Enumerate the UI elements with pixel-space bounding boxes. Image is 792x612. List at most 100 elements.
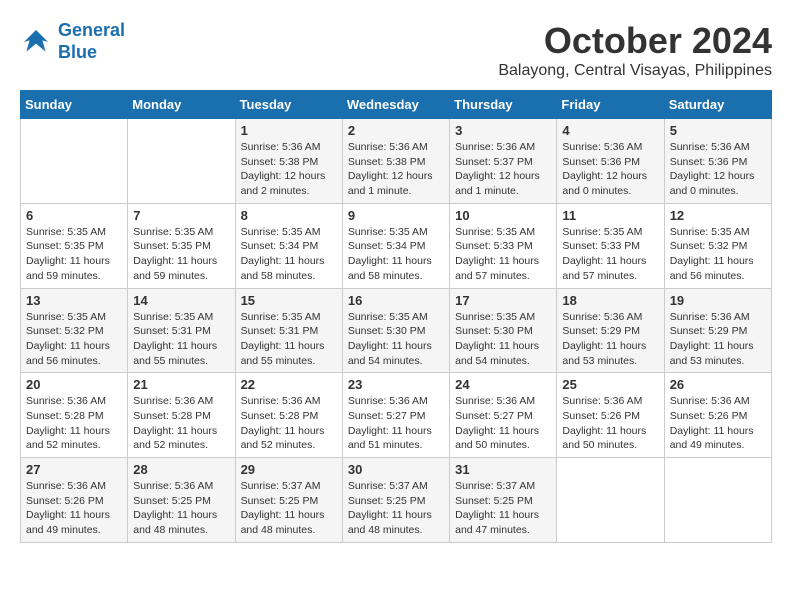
day-info: Sunrise: 5:36 AM Sunset: 5:25 PM Dayligh…: [133, 479, 229, 538]
table-row: 26 Sunrise: 5:36 AM Sunset: 5:26 PM Dayli…: [664, 373, 771, 458]
day-info: Sunrise: 5:36 AM Sunset: 5:26 PM Dayligh…: [26, 479, 122, 538]
day-info: Sunrise: 5:35 AM Sunset: 5:32 PM Dayligh…: [26, 310, 122, 369]
day-info: Sunrise: 5:36 AM Sunset: 5:36 PM Dayligh…: [562, 140, 658, 199]
table-row: 19 Sunrise: 5:36 AM Sunset: 5:29 PM Dayli…: [664, 288, 771, 373]
day-info: Sunrise: 5:36 AM Sunset: 5:29 PM Dayligh…: [562, 310, 658, 369]
table-row: 17 Sunrise: 5:35 AM Sunset: 5:30 PM Dayli…: [450, 288, 557, 373]
day-number: 17: [455, 293, 551, 308]
day-number: 10: [455, 208, 551, 223]
table-row: 12Sunrise: 5:35 AM Sunset: 5:32 PM Dayli…: [664, 203, 771, 288]
day-info: Sunrise: 5:36 AM Sunset: 5:27 PM Dayligh…: [455, 394, 551, 453]
table-row: 5 Sunrise: 5:36 AM Sunset: 5:36 PM Daylig…: [664, 119, 771, 204]
day-info: Sunrise: 5:36 AM Sunset: 5:38 PM Dayligh…: [241, 140, 337, 199]
day-info: Sunrise: 5:36 AM Sunset: 5:36 PM Dayligh…: [670, 140, 766, 199]
col-tuesday: Tuesday: [235, 91, 342, 119]
day-info: Sunrise: 5:36 AM Sunset: 5:28 PM Dayligh…: [26, 394, 122, 453]
day-number: 1: [241, 123, 337, 138]
table-row: 9Sunrise: 5:35 AM Sunset: 5:34 PM Daylig…: [342, 203, 449, 288]
day-info: Sunrise: 5:35 AM Sunset: 5:30 PM Dayligh…: [348, 310, 444, 369]
day-number: 16: [348, 293, 444, 308]
day-info: Sunrise: 5:35 AM Sunset: 5:35 PM Dayligh…: [133, 225, 229, 284]
calendar-week-row: 27 Sunrise: 5:36 AM Sunset: 5:26 PM Dayli…: [21, 458, 772, 543]
day-number: 31: [455, 462, 551, 477]
calendar-week-row: 13Sunrise: 5:35 AM Sunset: 5:32 PM Dayli…: [21, 288, 772, 373]
logo: General Blue: [20, 20, 125, 63]
day-number: 30: [348, 462, 444, 477]
table-row: 25Sunrise: 5:36 AM Sunset: 5:26 PM Dayli…: [557, 373, 664, 458]
title-block: October 2024 Balayong, Central Visayas, …: [498, 20, 772, 80]
table-row: 31 Sunrise: 5:37 AM Sunset: 5:25 PM Dayli…: [450, 458, 557, 543]
day-number: 29: [241, 462, 337, 477]
table-row: 2 Sunrise: 5:36 AM Sunset: 5:38 PM Daylig…: [342, 119, 449, 204]
table-row: 7 Sunrise: 5:35 AM Sunset: 5:35 PM Daylig…: [128, 203, 235, 288]
day-number: 26: [670, 377, 766, 392]
col-friday: Friday: [557, 91, 664, 119]
day-number: 8: [241, 208, 337, 223]
calendar-week-row: 20 Sunrise: 5:36 AM Sunset: 5:28 PM Dayli…: [21, 373, 772, 458]
day-number: 24: [455, 377, 551, 392]
table-row: [128, 119, 235, 204]
day-number: 5: [670, 123, 766, 138]
day-info: Sunrise: 5:36 AM Sunset: 5:37 PM Dayligh…: [455, 140, 551, 199]
day-info: Sunrise: 5:35 AM Sunset: 5:31 PM Dayligh…: [241, 310, 337, 369]
day-info: Sunrise: 5:35 AM Sunset: 5:34 PM Dayligh…: [241, 225, 337, 284]
col-wednesday: Wednesday: [342, 91, 449, 119]
day-number: 3: [455, 123, 551, 138]
table-row: 24 Sunrise: 5:36 AM Sunset: 5:27 PM Dayli…: [450, 373, 557, 458]
col-thursday: Thursday: [450, 91, 557, 119]
day-number: 2: [348, 123, 444, 138]
day-info: Sunrise: 5:35 AM Sunset: 5:33 PM Dayligh…: [562, 225, 658, 284]
day-number: 12: [670, 208, 766, 223]
day-info: Sunrise: 5:37 AM Sunset: 5:25 PM Dayligh…: [455, 479, 551, 538]
day-number: 25: [562, 377, 658, 392]
calendar-table: Sunday Monday Tuesday Wednesday Thursday…: [20, 90, 772, 543]
day-number: 21: [133, 377, 229, 392]
table-row: 3 Sunrise: 5:36 AM Sunset: 5:37 PM Daylig…: [450, 119, 557, 204]
table-row: 16 Sunrise: 5:35 AM Sunset: 5:30 PM Dayli…: [342, 288, 449, 373]
day-info: Sunrise: 5:35 AM Sunset: 5:31 PM Dayligh…: [133, 310, 229, 369]
day-number: 19: [670, 293, 766, 308]
table-row: 22Sunrise: 5:36 AM Sunset: 5:28 PM Dayli…: [235, 373, 342, 458]
day-number: 23: [348, 377, 444, 392]
table-row: 29Sunrise: 5:37 AM Sunset: 5:25 PM Dayli…: [235, 458, 342, 543]
day-info: Sunrise: 5:36 AM Sunset: 5:29 PM Dayligh…: [670, 310, 766, 369]
day-info: Sunrise: 5:37 AM Sunset: 5:25 PM Dayligh…: [348, 479, 444, 538]
logo-line2: Blue: [58, 42, 97, 62]
table-row: 6Sunrise: 5:35 AM Sunset: 5:35 PM Daylig…: [21, 203, 128, 288]
table-row: 27 Sunrise: 5:36 AM Sunset: 5:26 PM Dayli…: [21, 458, 128, 543]
col-monday: Monday: [128, 91, 235, 119]
day-number: 28: [133, 462, 229, 477]
day-number: 20: [26, 377, 122, 392]
logo-text: General Blue: [58, 20, 125, 63]
table-row: 14Sunrise: 5:35 AM Sunset: 5:31 PM Dayli…: [128, 288, 235, 373]
calendar-header-row: Sunday Monday Tuesday Wednesday Thursday…: [21, 91, 772, 119]
table-row: 10Sunrise: 5:35 AM Sunset: 5:33 PM Dayli…: [450, 203, 557, 288]
table-row: 23 Sunrise: 5:36 AM Sunset: 5:27 PM Dayli…: [342, 373, 449, 458]
col-saturday: Saturday: [664, 91, 771, 119]
table-row: 21 Sunrise: 5:36 AM Sunset: 5:28 PM Dayli…: [128, 373, 235, 458]
day-info: Sunrise: 5:36 AM Sunset: 5:28 PM Dayligh…: [241, 394, 337, 453]
day-info: Sunrise: 5:35 AM Sunset: 5:34 PM Dayligh…: [348, 225, 444, 284]
table-row: [664, 458, 771, 543]
day-info: Sunrise: 5:35 AM Sunset: 5:30 PM Dayligh…: [455, 310, 551, 369]
table-row: [557, 458, 664, 543]
calendar-week-row: 6Sunrise: 5:35 AM Sunset: 5:35 PM Daylig…: [21, 203, 772, 288]
calendar-week-row: 1 Sunrise: 5:36 AM Sunset: 5:38 PM Daylig…: [21, 119, 772, 204]
day-info: Sunrise: 5:36 AM Sunset: 5:28 PM Dayligh…: [133, 394, 229, 453]
table-row: 4Sunrise: 5:36 AM Sunset: 5:36 PM Daylig…: [557, 119, 664, 204]
col-sunday: Sunday: [21, 91, 128, 119]
logo-line1: General: [58, 20, 125, 40]
day-info: Sunrise: 5:36 AM Sunset: 5:38 PM Dayligh…: [348, 140, 444, 199]
logo-icon: [20, 26, 52, 58]
day-number: 15: [241, 293, 337, 308]
table-row: 15 Sunrise: 5:35 AM Sunset: 5:31 PM Dayli…: [235, 288, 342, 373]
day-number: 7: [133, 208, 229, 223]
day-number: 27: [26, 462, 122, 477]
table-row: 30 Sunrise: 5:37 AM Sunset: 5:25 PM Dayli…: [342, 458, 449, 543]
day-info: Sunrise: 5:36 AM Sunset: 5:27 PM Dayligh…: [348, 394, 444, 453]
day-info: Sunrise: 5:36 AM Sunset: 5:26 PM Dayligh…: [670, 394, 766, 453]
day-number: 11: [562, 208, 658, 223]
day-info: Sunrise: 5:35 AM Sunset: 5:35 PM Dayligh…: [26, 225, 122, 284]
table-row: 20 Sunrise: 5:36 AM Sunset: 5:28 PM Dayli…: [21, 373, 128, 458]
table-row: 28 Sunrise: 5:36 AM Sunset: 5:25 PM Dayli…: [128, 458, 235, 543]
